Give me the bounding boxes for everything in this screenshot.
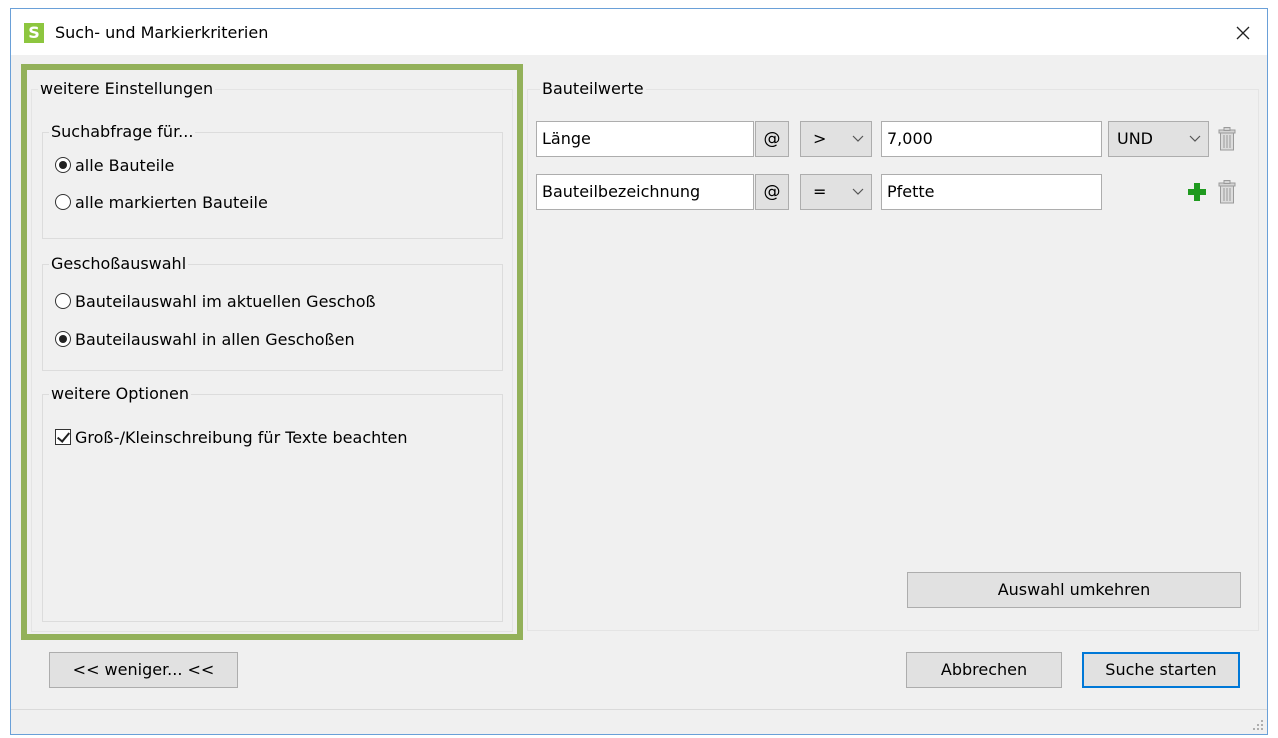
radio-marked-parts[interactable]: alle markierten Bauteile — [55, 191, 268, 213]
trash-icon — [1218, 127, 1236, 151]
start-search-button[interactable]: Suche starten — [1082, 652, 1240, 688]
chevron-down-icon — [1188, 122, 1202, 156]
app-logo-icon: S — [24, 23, 44, 43]
delete-row-button-2[interactable] — [1216, 174, 1238, 210]
floor-selection-title: Geschoßauswahl — [49, 254, 189, 274]
value-input-2[interactable]: Pfette — [881, 174, 1102, 210]
radio-all-floors-label: Bauteilauswahl in allen Geschoßen — [75, 329, 355, 349]
radio-all-parts-button[interactable] — [55, 157, 71, 173]
radio-all-floors[interactable]: Bauteilauswahl in allen Geschoßen — [55, 328, 355, 350]
search-scope-title: Suchabfrage für... — [49, 122, 196, 142]
operator-value-1: > — [813, 129, 827, 148]
case-sensitive-option[interactable]: Groß-/Kleinschreibung für Texte beachten — [55, 426, 408, 448]
case-sensitive-label: Groß-/Kleinschreibung für Texte beachten — [75, 427, 408, 447]
title-bar: S Such- und Markierkriterien — [11, 9, 1267, 55]
radio-current-floor-button[interactable] — [55, 293, 71, 309]
chevron-down-icon — [851, 122, 865, 156]
field-input-2[interactable]: Bauteilbezeichnung — [536, 174, 754, 210]
radio-current-floor-label: Bauteilauswahl im aktuellen Geschoß — [75, 291, 376, 311]
attribute-button-1[interactable]: @ — [755, 121, 789, 157]
attribute-button-2[interactable]: @ — [755, 174, 789, 210]
more-options-group: weitere Optionen Groß-/Kleinschreibung f… — [42, 384, 503, 622]
less-options-button[interactable]: << weniger... << — [49, 652, 238, 688]
status-bar — [11, 709, 1267, 734]
dialog-window: S Such- und Markierkriterien weitere Ein… — [10, 8, 1268, 735]
plus-icon — [1188, 183, 1206, 201]
logic-value-1: UND — [1117, 129, 1153, 148]
radio-current-floor[interactable]: Bauteilauswahl im aktuellen Geschoß — [55, 290, 376, 312]
radio-all-floors-button[interactable] — [55, 331, 71, 347]
radio-all-parts[interactable]: alle Bauteile — [55, 154, 174, 176]
operator-select-1[interactable]: > — [800, 121, 872, 157]
settings-group-title: weitere Einstellungen — [38, 79, 216, 99]
search-scope-group: Suchabfrage für... alle Bauteile alle ma… — [42, 122, 503, 239]
operator-value-2: = — [813, 182, 827, 201]
settings-group: weitere Einstellungen Suchabfrage für...… — [31, 79, 513, 632]
radio-marked-parts-label: alle markierten Bauteile — [75, 192, 268, 212]
invert-selection-button[interactable]: Auswahl umkehren — [907, 572, 1241, 608]
resize-grip-icon[interactable] — [1252, 719, 1264, 731]
operator-select-2[interactable]: = — [800, 174, 872, 210]
add-row-button[interactable] — [1186, 174, 1208, 210]
chevron-down-icon — [851, 175, 865, 209]
part-values-title: Bauteilwerte — [540, 79, 646, 99]
case-sensitive-checkbox[interactable] — [55, 429, 71, 445]
part-values-group: Bauteilwerte Länge @ > 7,000 UND Bauteil… — [527, 79, 1259, 631]
close-button[interactable] — [1229, 19, 1257, 47]
radio-marked-parts-button[interactable] — [55, 194, 71, 210]
trash-icon — [1218, 180, 1236, 204]
delete-row-button-1[interactable] — [1216, 121, 1238, 157]
radio-all-parts-label: alle Bauteile — [75, 155, 175, 175]
logic-select-1[interactable]: UND — [1108, 121, 1209, 157]
floor-selection-group: Geschoßauswahl Bauteilauswahl im aktuell… — [42, 254, 503, 371]
more-options-title: weitere Optionen — [49, 384, 192, 404]
value-input-1[interactable]: 7,000 — [881, 121, 1102, 157]
cancel-button[interactable]: Abbrechen — [906, 652, 1062, 688]
field-input-1[interactable]: Länge — [536, 121, 754, 157]
window-title: Such- und Markierkriterien — [55, 23, 269, 42]
close-icon — [1236, 26, 1250, 40]
